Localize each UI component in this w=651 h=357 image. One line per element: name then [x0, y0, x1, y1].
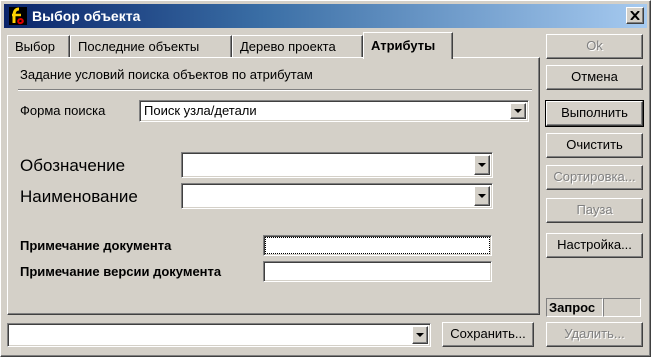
chevron-down-icon[interactable]: [474, 155, 490, 175]
saved-query-combobox[interactable]: [7, 323, 431, 347]
query-status-value: [603, 298, 641, 317]
doc-version-note-field[interactable]: [263, 261, 492, 282]
close-button[interactable]: [626, 7, 644, 24]
settings-button[interactable]: Настройка...: [546, 233, 643, 258]
doc-note-field[interactable]: [263, 235, 492, 256]
tab-project-tree[interactable]: Дерево проекта: [232, 35, 363, 57]
name-combobox[interactable]: [181, 183, 493, 209]
sort-button[interactable]: Сортировка...: [546, 165, 643, 190]
chevron-down-icon[interactable]: [510, 103, 526, 119]
tab-select[interactable]: Выбор: [7, 35, 70, 57]
designation-combobox[interactable]: [181, 152, 493, 178]
chevron-down-icon[interactable]: [474, 186, 490, 206]
tab-recent-objects[interactable]: Последние объекты: [70, 35, 232, 57]
dialog-window: Выбор объекта Выбор Последние объекты Де…: [0, 0, 651, 357]
save-button[interactable]: Сохранить...: [442, 322, 534, 347]
search-form-combobox[interactable]: Поиск узла/детали: [139, 100, 529, 122]
pause-button[interactable]: Пауза: [546, 198, 643, 223]
application-logo-icon: [8, 6, 28, 26]
attributes-panel: Задание условий поиска объектов по атриб…: [7, 57, 540, 315]
doc-note-label: Примечание документа: [20, 238, 172, 253]
ok-button[interactable]: Ok: [546, 34, 643, 59]
name-label: Наименование: [20, 187, 138, 206]
delete-button[interactable]: Удалить...: [546, 322, 643, 347]
cancel-button[interactable]: Отмена: [546, 65, 643, 90]
chevron-down-icon[interactable]: [412, 326, 428, 344]
panel-header: Задание условий поиска объектов по атриб…: [20, 67, 313, 82]
window-title: Выбор объекта: [32, 8, 141, 24]
query-status-label: Запрос: [546, 298, 603, 317]
close-icon: [630, 11, 640, 20]
clear-button[interactable]: Очистить: [546, 133, 643, 158]
doc-version-note-label: Примечание версии документа: [20, 264, 222, 279]
title-bar[interactable]: Выбор объекта: [4, 4, 647, 28]
execute-button[interactable]: Выполнить: [545, 100, 644, 127]
designation-label: Обозначение: [20, 156, 126, 175]
tab-attributes[interactable]: Атрибуты: [363, 32, 453, 59]
search-form-label: Форма поиска: [20, 103, 106, 118]
header-separator: [18, 89, 532, 91]
search-form-value: Поиск узла/детали: [144, 103, 257, 118]
